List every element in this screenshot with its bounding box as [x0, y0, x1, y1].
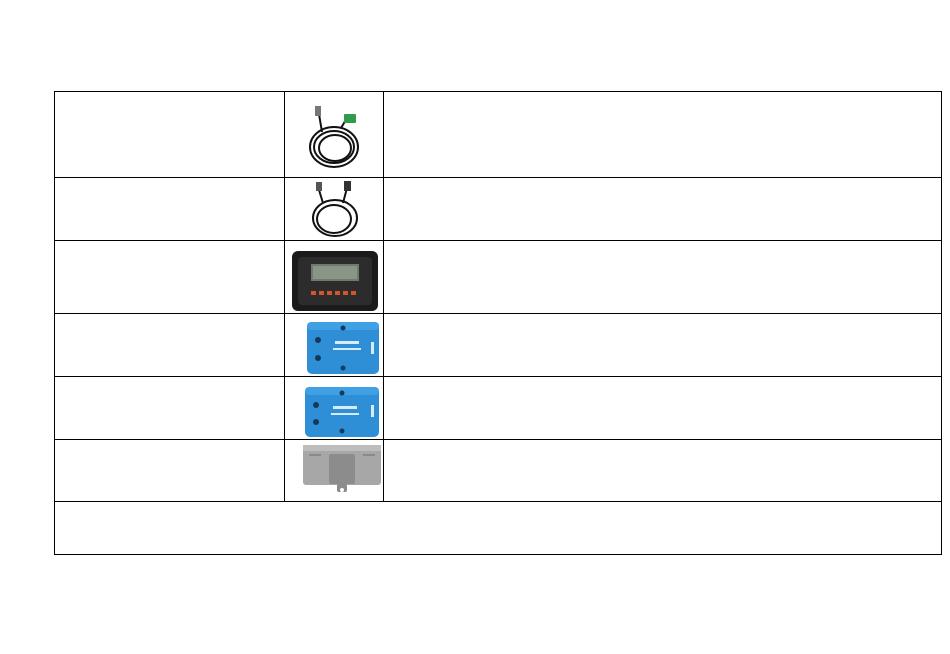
- accessory-name-cell: [55, 178, 285, 240]
- accessory-image-cell: [285, 178, 384, 240]
- table-row: [55, 377, 941, 440]
- temperature-sensor-cable-image: [309, 106, 359, 168]
- accessories-table: [54, 91, 942, 555]
- table-footer-note: [55, 502, 941, 554]
- remote-meter-image: [292, 251, 378, 311]
- grey-module-image: [303, 445, 381, 492]
- accessory-image-cell: [285, 377, 384, 439]
- accessory-image-cell: [285, 440, 384, 501]
- table-row: [55, 314, 941, 377]
- accessory-description-cell: [384, 92, 941, 177]
- accessory-image-cell: [285, 314, 384, 376]
- communication-adapter-image: [307, 322, 379, 374]
- accessory-description-cell: [384, 440, 941, 501]
- usb-cable-image: [312, 181, 358, 237]
- accessory-description-cell: [384, 241, 941, 313]
- communication-adapter-image: [305, 387, 379, 437]
- table-row: [55, 178, 941, 241]
- accessory-description-cell: [384, 178, 941, 240]
- accessory-image-cell: [285, 241, 384, 313]
- table-row: [55, 440, 941, 502]
- table-row: [55, 92, 941, 178]
- accessory-name-cell: [55, 440, 285, 501]
- accessory-image-cell: [285, 92, 384, 177]
- accessory-name-cell: [55, 314, 285, 376]
- table-row: [55, 241, 941, 314]
- accessory-name-cell: [55, 377, 285, 439]
- accessory-name-cell: [55, 241, 285, 313]
- table-row: [55, 502, 941, 554]
- accessory-description-cell: [384, 377, 941, 439]
- accessory-name-cell: [55, 92, 285, 177]
- accessory-description-cell: [384, 314, 941, 376]
